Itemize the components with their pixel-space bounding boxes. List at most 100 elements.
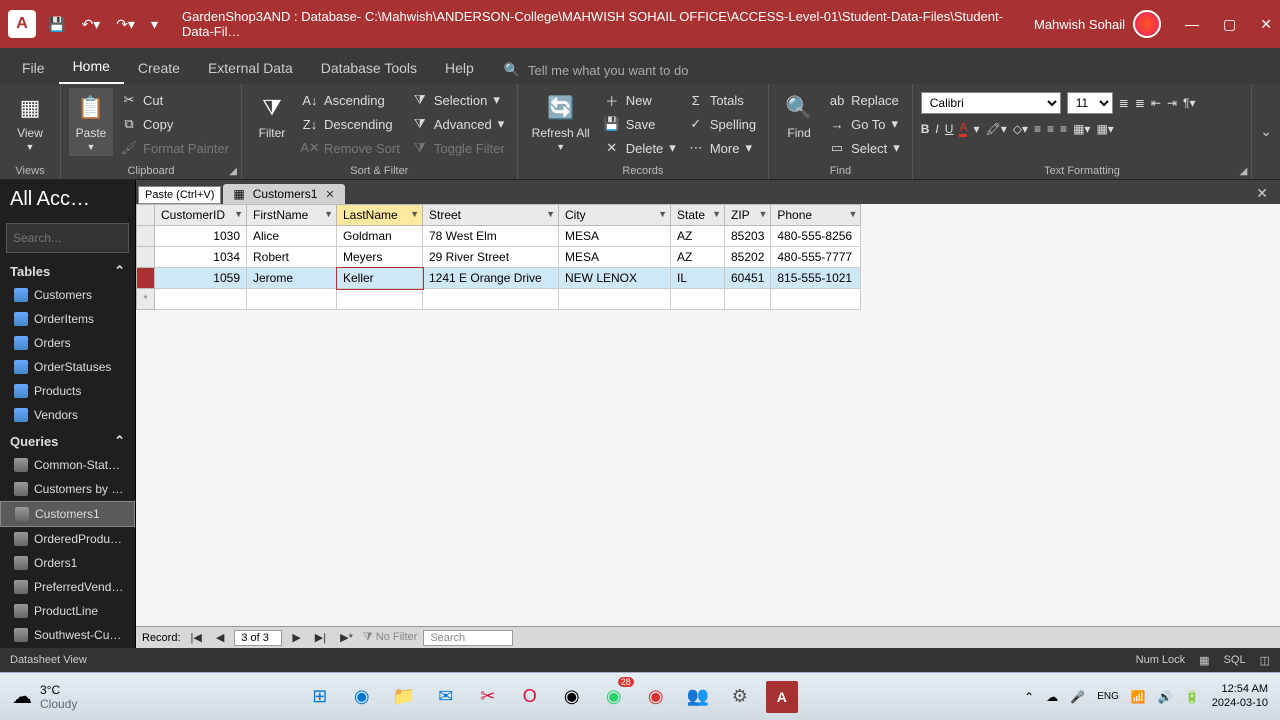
navpane-query-item[interactable]: Customers1 — [0, 501, 135, 527]
file-explorer-icon[interactable]: 📁 — [388, 681, 420, 713]
cell[interactable]: NEW LENOX — [559, 268, 671, 289]
cell[interactable] — [725, 289, 771, 310]
minimize-icon[interactable]: — — [1185, 16, 1199, 33]
edge-icon[interactable]: ◉ — [346, 681, 378, 713]
cell[interactable]: 29 River Street — [423, 247, 559, 268]
cell[interactable]: 85202 — [725, 247, 771, 268]
column-dropdown-icon[interactable]: ▼ — [848, 209, 857, 219]
cell[interactable]: 480-555-8256 — [771, 226, 861, 247]
text-direction-icon[interactable]: ¶▾ — [1183, 96, 1195, 110]
delete-button[interactable]: ✕Delete ▾ — [600, 138, 680, 158]
tab-external-data[interactable]: External Data — [194, 52, 307, 84]
ascending-button[interactable]: A↓Ascending — [298, 90, 404, 110]
new-button[interactable]: ＋New — [600, 90, 680, 110]
navpane-query-item[interactable]: Orders1 — [0, 551, 135, 575]
column-dropdown-icon[interactable]: ▼ — [758, 209, 767, 219]
cell[interactable]: 815-555-1021 — [771, 268, 861, 289]
font-family-select[interactable]: Calibri — [921, 92, 1061, 114]
underline-button[interactable]: U — [945, 122, 954, 136]
cell[interactable] — [559, 289, 671, 310]
advanced-button[interactable]: ⧩Advanced ▾ — [408, 114, 509, 134]
wifi-icon[interactable]: 📶 — [1131, 690, 1146, 704]
save-record-button[interactable]: 💾Save — [600, 114, 680, 134]
increase-indent-icon[interactable]: ⇥ — [1167, 96, 1177, 110]
totals-button[interactable]: ΣTotals — [684, 90, 760, 110]
cell[interactable]: Goldman — [337, 226, 423, 247]
tab-create[interactable]: Create — [124, 52, 194, 84]
cell[interactable]: MESA — [559, 247, 671, 268]
snip-icon[interactable]: ✂ — [472, 681, 504, 713]
cell[interactable] — [155, 289, 247, 310]
todoist-icon[interactable]: ◉ — [640, 681, 672, 713]
row-selector[interactable] — [137, 247, 155, 268]
navpane-table-item[interactable]: OrderStatuses — [0, 355, 135, 379]
descending-button[interactable]: Z↓Descending — [298, 114, 404, 134]
sql-view-button[interactable]: SQL — [1224, 654, 1246, 666]
tab-database-tools[interactable]: Database Tools — [307, 52, 431, 84]
cell[interactable]: MESA — [559, 226, 671, 247]
cell[interactable]: 78 West Elm — [423, 226, 559, 247]
teams-icon[interactable]: 👥 — [682, 681, 714, 713]
select-button[interactable]: ▭Select ▾ — [825, 138, 904, 158]
navpane-query-item[interactable]: Southwest-Cu… — [0, 623, 135, 647]
bullets-icon[interactable]: ≣ — [1119, 96, 1129, 110]
column-header[interactable]: Phone▼ — [771, 205, 861, 226]
selection-button[interactable]: ⧩Selection ▾ — [408, 90, 509, 110]
tell-me-search[interactable]: 🔍 Tell me what you want to do — [504, 62, 689, 84]
align-left-icon[interactable]: ≡ — [1034, 122, 1041, 136]
whatsapp-icon[interactable]: ◉28 — [598, 681, 630, 713]
table-row[interactable]: 1030AliceGoldman78 West ElmMESAAZ8520348… — [137, 226, 861, 247]
cell[interactable]: AZ — [671, 226, 725, 247]
tab-help[interactable]: Help — [431, 52, 488, 84]
datasheet-grid[interactable]: CustomerID▼FirstName▼LastName▼Street▼Cit… — [136, 204, 1280, 626]
column-header[interactable]: City▼ — [559, 205, 671, 226]
navpane-table-item[interactable]: Customers — [0, 283, 135, 307]
row-selector[interactable] — [137, 268, 155, 289]
navpane-title[interactable]: All Acc… — [0, 180, 135, 219]
replace-button[interactable]: abReplace — [825, 90, 904, 110]
cell[interactable]: 1059 — [155, 268, 247, 289]
tab-file[interactable]: File — [8, 52, 59, 84]
new-record-button[interactable]: ▶* — [336, 631, 357, 644]
cell[interactable] — [337, 289, 423, 310]
record-search-box[interactable]: Search — [423, 630, 513, 646]
cell[interactable] — [771, 289, 861, 310]
navpane-query-item[interactable]: Customers by … — [0, 477, 135, 501]
highlight-button[interactable]: 🖍▾ — [985, 122, 1006, 136]
bold-button[interactable]: B — [921, 122, 930, 136]
redo-icon[interactable]: ↷▾ — [116, 16, 135, 33]
column-dropdown-icon[interactable]: ▼ — [658, 209, 667, 219]
weather-widget[interactable]: ☁ 3°C Cloudy — [12, 683, 77, 711]
font-size-select[interactable]: 11 — [1067, 92, 1113, 114]
settings-icon[interactable]: ⚙ — [724, 681, 756, 713]
cell[interactable] — [671, 289, 725, 310]
user-account[interactable]: Mahwish Sohail — [1034, 10, 1161, 38]
tab-home[interactable]: Home — [59, 50, 124, 84]
close-icon[interactable]: ✕ — [1260, 16, 1272, 33]
navpane-query-item[interactable]: Common-Stat… — [0, 453, 135, 477]
column-header[interactable]: State▼ — [671, 205, 725, 226]
column-dropdown-icon[interactable]: ▼ — [324, 209, 333, 219]
spelling-button[interactable]: ✓Spelling — [684, 114, 760, 134]
row-selector[interactable] — [137, 226, 155, 247]
clock[interactable]: 12:54 AM 2024-03-10 — [1212, 683, 1268, 709]
tray-chevron-icon[interactable]: ⌃ — [1024, 690, 1034, 704]
mic-icon[interactable]: 🎤 — [1070, 690, 1085, 704]
cut-button[interactable]: ✂Cut — [117, 90, 233, 110]
cell[interactable]: 1241 E Orange Drive — [423, 268, 559, 289]
filter-button[interactable]: ⧩ Filter — [250, 88, 294, 144]
more-button[interactable]: ⋯More ▾ — [684, 138, 760, 158]
goto-button[interactable]: →Go To ▾ — [825, 114, 904, 134]
first-record-button[interactable]: |◀ — [187, 631, 206, 644]
numbering-icon[interactable]: ≣ — [1135, 96, 1145, 110]
italic-button[interactable]: I — [935, 122, 938, 136]
next-record-button[interactable]: ▶ — [288, 631, 304, 644]
column-dropdown-icon[interactable]: ▼ — [546, 209, 555, 219]
maximize-icon[interactable]: ▢ — [1223, 16, 1236, 33]
onedrive-icon[interactable]: ☁ — [1046, 690, 1058, 704]
close-all-docs-icon[interactable]: ✕ — [1250, 183, 1274, 204]
cell[interactable]: 1034 — [155, 247, 247, 268]
align-right-icon[interactable]: ≡ — [1060, 122, 1067, 136]
copy-button[interactable]: ⧉Copy — [117, 114, 233, 134]
gridlines-button[interactable]: ▦▾ — [1073, 122, 1090, 136]
